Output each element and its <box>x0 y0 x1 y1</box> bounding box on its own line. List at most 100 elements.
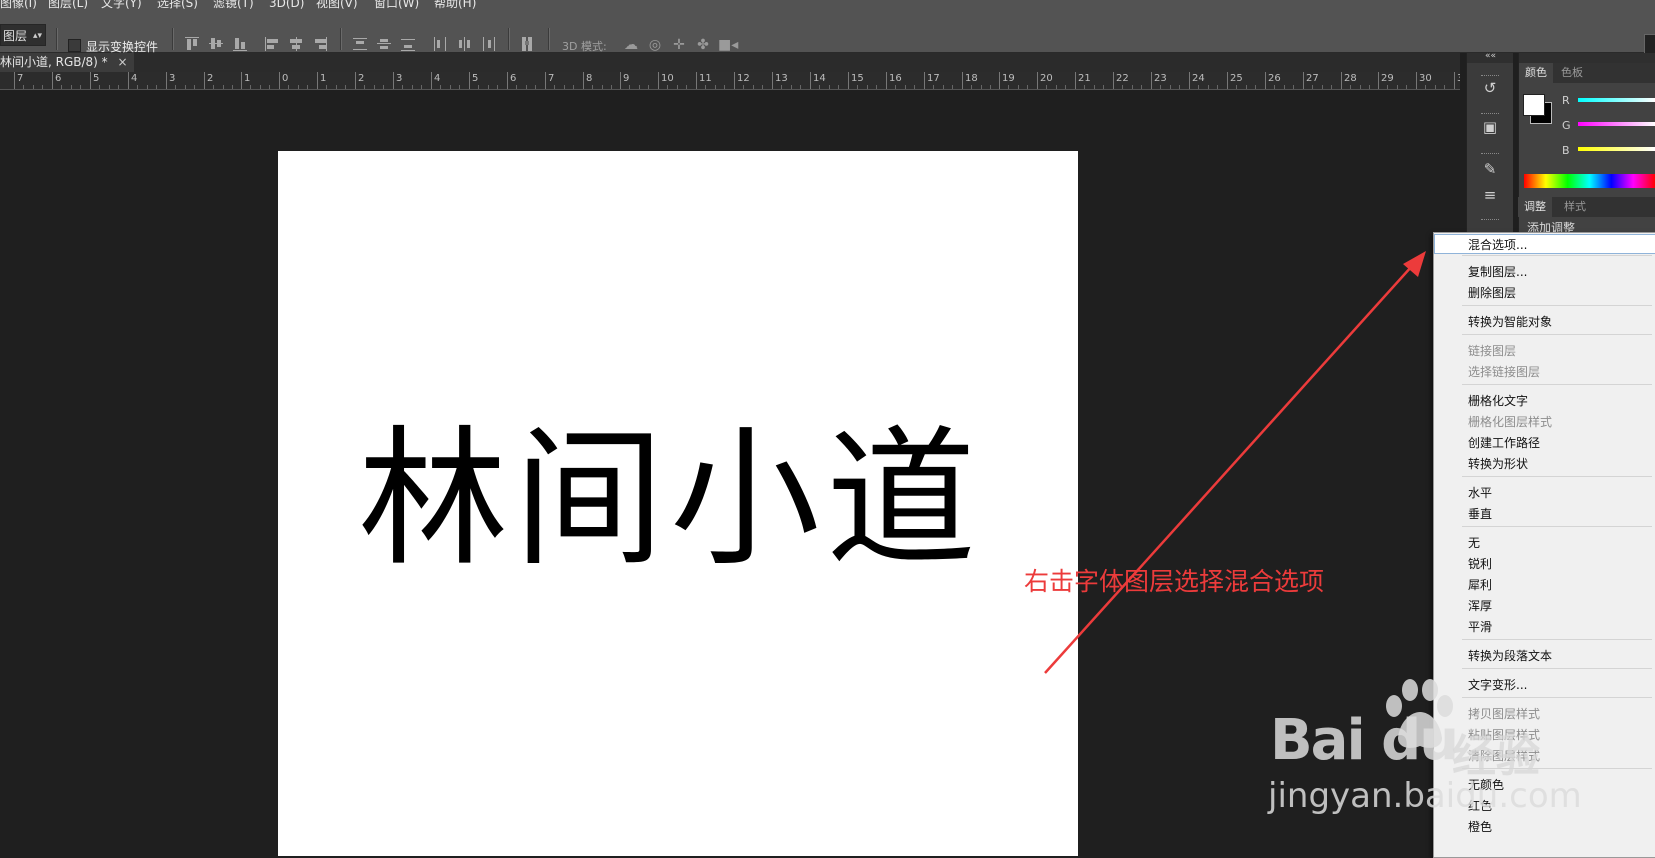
foreground-color-swatch[interactable] <box>1523 94 1545 116</box>
ruler-tick-label: 0 <box>282 73 289 84</box>
3d-orbit-icon[interactable]: ☁ <box>622 37 640 53</box>
panel-collapse-bar[interactable]: «« <box>1485 51 1655 63</box>
context-menu-item-label: 锐利 <box>1468 557 1493 571</box>
context-menu-item[interactable]: 犀利 <box>1434 574 1655 594</box>
slider-label-r: R <box>1562 94 1570 107</box>
close-icon[interactable]: × <box>118 55 128 69</box>
context-menu-item[interactable]: 删除图层 <box>1434 282 1655 302</box>
menu-view[interactable]: 视图(V) <box>316 0 358 9</box>
menu-layer[interactable]: 图层(L) <box>48 0 88 9</box>
ruler-minor-tick <box>1274 85 1275 89</box>
distribute-bottom-icon[interactable] <box>401 37 417 51</box>
context-menu-item[interactable]: 创建工作路径 <box>1434 432 1655 452</box>
3d-camera-icon[interactable]: ■◂ <box>718 37 738 53</box>
grip-handle[interactable] <box>1481 153 1499 157</box>
color-spectrum[interactable] <box>1524 174 1655 188</box>
history-icon[interactable]: ↺ <box>1480 78 1500 98</box>
ruler-tick <box>128 72 129 89</box>
ruler-tick <box>810 72 811 89</box>
ruler-tick <box>620 72 621 89</box>
brush-icon[interactable]: ✎ <box>1480 159 1500 179</box>
ruler-minor-tick <box>345 85 346 89</box>
context-menu-item-label: 平滑 <box>1468 620 1493 634</box>
grip-handle[interactable] <box>1481 219 1499 223</box>
distribute-hcenter-icon[interactable] <box>457 37 473 51</box>
align-right-icon[interactable] <box>313 37 329 51</box>
tab-swatches[interactable]: 色板 <box>1555 63 1589 83</box>
ruler-tick-label: 21 <box>1078 73 1091 84</box>
ruler-minor-tick <box>829 85 830 89</box>
ruler-minor-tick <box>602 85 603 89</box>
ruler-minor-tick <box>23 85 24 89</box>
context-menu-item-label: 栅格化文字 <box>1468 394 1529 408</box>
menu-divider <box>1462 668 1652 669</box>
context-menu-item[interactable]: 锐利 <box>1434 553 1655 573</box>
3d-roll-icon[interactable]: ◎ <box>646 37 664 53</box>
green-slider[interactable] <box>1578 122 1655 126</box>
ruler-tick <box>1378 72 1379 89</box>
workspace-switcher[interactable] <box>1644 34 1655 54</box>
context-menu-item[interactable]: 复制图层... <box>1434 261 1655 281</box>
3d-slide-icon[interactable]: ✤ <box>694 37 712 53</box>
distribute-right-icon[interactable] <box>481 37 497 51</box>
context-menu-item[interactable]: 转换为段落文本 <box>1434 645 1655 665</box>
align-top-icon[interactable] <box>185 37 201 51</box>
context-menu-item[interactable]: 浑厚 <box>1434 595 1655 615</box>
context-menu-item[interactable]: 垂直 <box>1434 503 1655 523</box>
menu-image[interactable]: 图像(I) <box>0 0 37 9</box>
context-menu-item[interactable]: 栅格化文字 <box>1434 390 1655 410</box>
ruler-minor-tick <box>223 85 224 89</box>
align-left-icon[interactable] <box>265 37 281 51</box>
align-vcenter-icon[interactable] <box>209 37 225 51</box>
menu-type[interactable]: 文字(Y) <box>101 0 142 9</box>
red-slider[interactable] <box>1578 98 1655 102</box>
menu-window[interactable]: 窗口(W) <box>374 0 419 9</box>
menu-filter[interactable]: 滤镜(T) <box>213 0 254 9</box>
menu-help[interactable]: 帮助(H) <box>434 0 476 9</box>
ruler-minor-tick <box>1425 85 1426 89</box>
ruler-minor-tick <box>118 85 119 89</box>
collapse-icon[interactable]: «« <box>1485 51 1496 61</box>
context-menu-item[interactable]: 平滑 <box>1434 616 1655 636</box>
context-menu-item[interactable]: 无 <box>1434 532 1655 552</box>
menu-select[interactable]: 选择(S) <box>157 0 198 9</box>
3d-pan-icon[interactable]: ✛ <box>670 37 688 53</box>
auto-align-icon[interactable] <box>521 37 537 51</box>
context-menu-item[interactable]: 混合选项... <box>1434 234 1655 254</box>
ruler-minor-tick <box>573 85 574 89</box>
auto-select-dropdown[interactable]: 图层 ▴▾ <box>0 24 46 46</box>
align-bottom-icon[interactable] <box>233 37 249 51</box>
ruler-minor-tick <box>753 85 754 89</box>
separator <box>56 28 58 50</box>
menu-divider <box>1462 334 1652 335</box>
ruler-tick <box>1265 72 1266 89</box>
context-menu-item[interactable]: 转换为形状 <box>1434 453 1655 473</box>
menu-divider <box>1462 305 1652 306</box>
document-tab-bar: 林间小道, RGB/8) * × <box>0 53 1460 72</box>
distribute-vcenter-icon[interactable] <box>377 37 393 51</box>
tab-styles[interactable]: 样式 <box>1558 197 1592 217</box>
context-menu-item[interactable]: 水平 <box>1434 482 1655 502</box>
ruler-minor-tick <box>838 85 839 89</box>
canvas-text-layer[interactable]: 林间小道 <box>358 415 982 585</box>
tab-adjustments[interactable]: 调整 <box>1518 197 1552 217</box>
ruler-tick-label: 5 <box>93 73 100 84</box>
menu-3d[interactable]: 3D(D) <box>269 0 304 9</box>
brush-presets-icon[interactable]: ≡ <box>1480 185 1500 205</box>
distribute-left-icon[interactable] <box>433 37 449 51</box>
ruler-minor-tick <box>677 85 678 89</box>
ruler-tick-label: 18 <box>965 73 978 84</box>
context-menu-item[interactable]: 转换为智能对象 <box>1434 311 1655 331</box>
3d-panel-icon[interactable]: ▣ <box>1480 117 1500 137</box>
blue-slider[interactable] <box>1578 147 1655 151</box>
show-transform-checkbox[interactable] <box>68 39 81 52</box>
distribute-top-icon[interactable] <box>353 37 369 51</box>
context-menu-item[interactable]: 橙色 <box>1434 816 1655 836</box>
context-menu-item-label: 创建工作路径 <box>1468 436 1541 450</box>
tab-color[interactable]: 颜色 <box>1519 63 1553 83</box>
align-hcenter-icon[interactable] <box>289 37 305 51</box>
ruler-minor-tick <box>800 85 801 89</box>
context-menu-item[interactable]: 文字变形... <box>1434 674 1655 694</box>
ruler-minor-tick <box>1198 85 1199 89</box>
document-tab[interactable]: 林间小道, RGB/8) * × <box>0 53 134 72</box>
